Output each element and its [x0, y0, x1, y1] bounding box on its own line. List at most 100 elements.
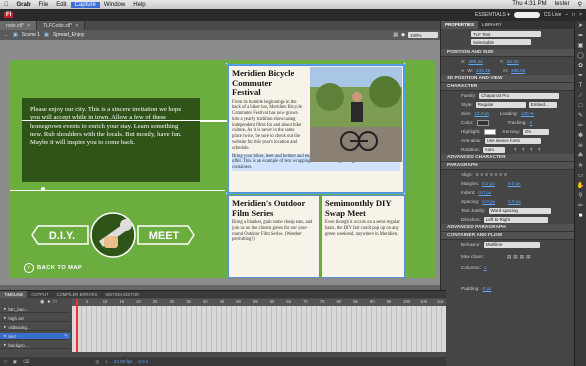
rotation-select[interactable]: Auto	[482, 146, 505, 153]
stage[interactable]: Please enjoy our city. This is a sincere…	[10, 60, 435, 278]
elapsed-time[interactable]: 0.0 s	[138, 359, 148, 364]
section-advanced-character[interactable]: ADVANCED CHARACTER	[441, 154, 586, 162]
doc-tab-note[interactable]: note.xfl* ×	[0, 21, 37, 30]
pencil-tool-icon[interactable]: ✎	[576, 112, 586, 121]
tab-compiler-errors[interactable]: COMPILER ERRORS	[53, 291, 102, 298]
zoom-select[interactable]: 100%	[408, 32, 438, 38]
playhead[interactable]	[76, 299, 78, 352]
text-justify-select[interactable]: Word spacing	[488, 207, 551, 214]
layer-row[interactable]: ▸ vidBackg...	[0, 324, 70, 331]
menu-help[interactable]: Help	[129, 2, 149, 8]
text-tool-icon[interactable]: T	[576, 82, 586, 91]
spacing-before-value[interactable]: 0.0 px	[482, 199, 495, 204]
section-paragraph[interactable]: PARAGRAPH	[441, 162, 586, 170]
margin-left-value[interactable]: 0.0 px	[482, 181, 495, 186]
tracking-value[interactable]: 0	[530, 120, 533, 125]
section-character[interactable]: CHARACTER	[441, 83, 586, 91]
hand-tool-icon[interactable]: ✋	[576, 182, 586, 191]
menu-file[interactable]: File	[35, 2, 53, 8]
text-format-icons[interactable]: T T T T	[514, 147, 543, 152]
section-advanced-paragraph[interactable]: ADVANCED PARAGRAPH	[441, 224, 586, 232]
eyedropper-tool-icon[interactable]: ✯	[576, 162, 586, 171]
brush-tool-icon[interactable]: ✏	[576, 122, 586, 131]
menubar-user[interactable]: tester	[551, 1, 574, 8]
text-color-swatch[interactable]	[476, 119, 489, 126]
container-align-icons[interactable]: ▤▤▤▤	[507, 254, 533, 260]
swap-meet-panel[interactable]: Semimonthly DIY Swap Meet Even though it…	[321, 195, 405, 278]
outdoor-film-panel[interactable]: Meridien's Outdoor Film Series Bring a b…	[228, 195, 320, 278]
doc-tab-tlfcode[interactable]: TLFCode.xfl* ×	[37, 21, 86, 30]
text-engine-select[interactable]: TLF Text	[471, 31, 541, 37]
delete-layer-icon[interactable]: ⌫	[23, 359, 29, 365]
new-layer-icon[interactable]: □	[4, 359, 7, 364]
fill-color-icon[interactable]: ■	[576, 212, 586, 221]
tab-properties[interactable]: PROPERTIES	[441, 21, 479, 29]
workspace-switcher[interactable]: ESSENTIALS ▾	[475, 12, 510, 18]
line-tool-icon[interactable]: ∕	[576, 92, 586, 101]
text-type-select[interactable]: Selectable	[471, 39, 531, 45]
align-buttons[interactable]: ≡≡≡≡≡≡≡	[476, 172, 509, 177]
w-value[interactable]: 432.45	[476, 68, 490, 73]
maximize-icon[interactable]: □	[572, 12, 575, 18]
close-icon[interactable]: ×	[27, 23, 30, 29]
back-arrow-icon[interactable]: ←	[4, 32, 9, 38]
current-frame[interactable]: 1	[105, 359, 108, 364]
x-value[interactable]: 499.34	[468, 59, 482, 64]
selection-handle[interactable]	[403, 62, 406, 65]
intro-text-box[interactable]: Please enjoy our city. This is a sincere…	[22, 98, 200, 182]
menu-capture[interactable]: Capture	[70, 1, 100, 8]
onion-skin-icon[interactable]: ◎	[95, 359, 99, 365]
link-icon[interactable]: ∞	[461, 68, 464, 73]
menu-grab[interactable]: Grab	[13, 2, 35, 8]
3d-rotation-tool-icon[interactable]: ◯	[576, 52, 586, 61]
bone-tool-icon[interactable]: ☠	[576, 142, 586, 151]
kerning-select[interactable]: On	[523, 128, 550, 135]
layer-row[interactable]: ▸ backgro...	[0, 342, 70, 349]
menu-window[interactable]: Window	[100, 2, 129, 8]
tab-motion-editor[interactable]: MOTION EDITOR	[101, 291, 143, 298]
spacing-after-value[interactable]: 0.0 px	[508, 199, 521, 204]
font-family-select[interactable]: Chaparral Pro	[479, 92, 560, 99]
paint-bucket-tool-icon[interactable]: ☘	[576, 152, 586, 161]
selection-handle[interactable]	[225, 62, 228, 65]
outline-icon[interactable]: □	[53, 299, 59, 305]
layer-row[interactable]: ▸ high art	[0, 315, 70, 322]
indent-value[interactable]: 0.0 px	[478, 190, 491, 195]
layer-row-selected[interactable]: ▸ text ✎	[0, 333, 70, 340]
zoom-tool-icon[interactable]: ⚲	[576, 192, 586, 201]
frame-ruler[interactable]: 5 10 15 20 25 30 35 40 45 50 55 60 65 70 75 80 85 90 95 100…	[72, 299, 446, 306]
close-icon[interactable]: ×	[579, 12, 582, 18]
spotlight-icon[interactable]: ⚲	[574, 1, 586, 8]
scene-link[interactable]: Scene 1	[22, 32, 40, 38]
behavior-select[interactable]: Multiline	[483, 241, 540, 248]
menu-edit[interactable]: Edit	[52, 2, 70, 8]
cs-live-button[interactable]: CS Live	[544, 12, 562, 18]
free-transform-tool-icon[interactable]: ▣	[576, 42, 586, 51]
padding-value[interactable]: 0 px	[483, 286, 492, 291]
columns-value[interactable]: 1	[484, 265, 487, 270]
y-value[interactable]: 82.00	[507, 59, 519, 64]
rectangle-tool-icon[interactable]: □	[576, 102, 586, 111]
lasso-tool-icon[interactable]: ✿	[576, 62, 586, 71]
direction-select[interactable]: Left to Right	[483, 216, 548, 223]
eraser-tool-icon[interactable]: ▭	[576, 172, 586, 181]
h-value[interactable]: 496.00	[511, 68, 525, 73]
menubar-clock[interactable]: Thu 4:31 PM	[508, 1, 550, 8]
frame-grid[interactable]	[72, 306, 446, 352]
edit-symbols-icon[interactable]: ◆	[401, 32, 405, 38]
tab-library[interactable]: LIBRARY	[478, 21, 506, 29]
leading-value[interactable]: 120 %	[521, 111, 534, 116]
antialias-select[interactable]: Use device fonts	[484, 137, 541, 144]
section-container-flow[interactable]: CONTAINER AND FLOW	[441, 232, 586, 240]
tab-timeline[interactable]: TIMELINE	[0, 291, 28, 298]
selection-tool-icon[interactable]: ➤	[576, 22, 586, 31]
highlight-swatch[interactable]	[483, 128, 496, 135]
minimize-icon[interactable]: –	[565, 12, 568, 18]
pen-tool-icon[interactable]: ✒	[576, 72, 586, 81]
embed-button[interactable]: Embed...	[528, 101, 557, 108]
margin-right-value[interactable]: 0.0 px	[508, 181, 521, 186]
section-3d-position[interactable]: 3D POSITION AND VIEW	[441, 75, 586, 83]
stroke-color-icon[interactable]: ✏	[576, 202, 586, 211]
edit-scene-icon[interactable]: ▤	[393, 32, 398, 38]
close-icon[interactable]: ×	[75, 23, 78, 29]
